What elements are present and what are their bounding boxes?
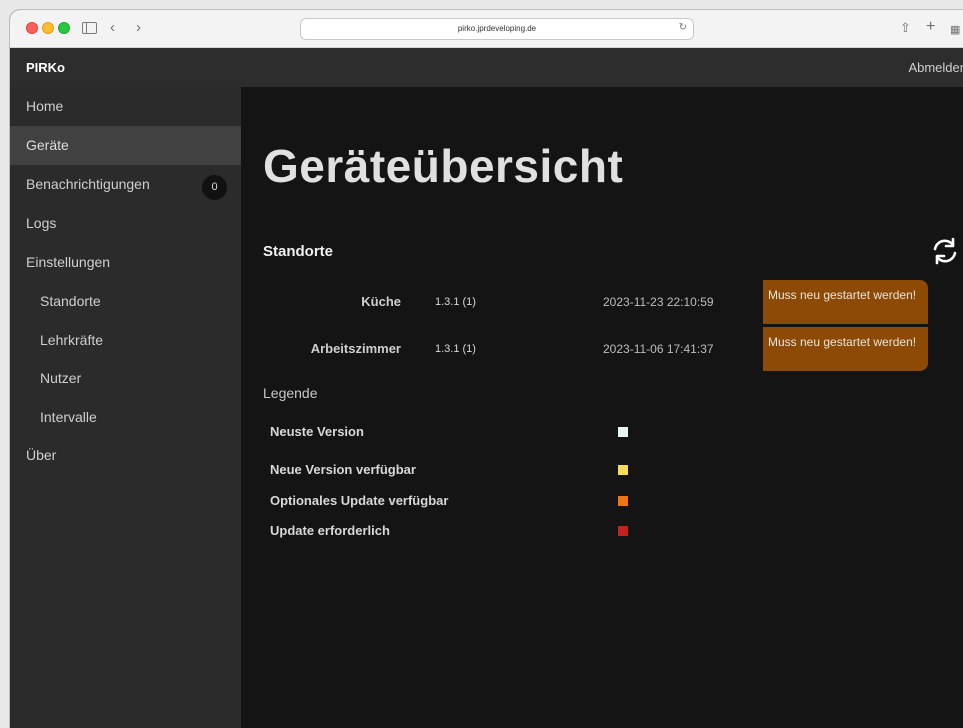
address-bar[interactable]: pirko.jprdeveloping.de ↻ — [300, 18, 694, 40]
new-tab-icon[interactable]: + — [926, 18, 935, 36]
status-badge: Muss neu gestartet werden! — [763, 327, 928, 371]
legend-label: Optionales Update verfügbar — [270, 493, 449, 508]
sidebar-item-intervalle[interactable]: Intervalle — [10, 398, 241, 437]
location-name: Arbeitszimmer — [310, 341, 401, 356]
status-badge: Muss neu gestartet werden! — [763, 280, 928, 324]
forward-icon[interactable]: › — [136, 19, 141, 37]
sidebar-item-einstellungen[interactable]: Einstellungen — [10, 243, 241, 282]
sidebar-item-label: Benachrichtigungen — [26, 176, 150, 192]
location-name: Küche — [361, 294, 401, 309]
maximize-window-button[interactable] — [58, 22, 70, 34]
sidebar-toggle-icon[interactable] — [82, 22, 97, 34]
brand-logo[interactable]: PIRKo — [26, 48, 65, 87]
legend-swatch — [618, 427, 628, 437]
legend-swatch — [618, 496, 628, 506]
url-text: pirko.jprdeveloping.de — [457, 24, 537, 33]
sidebar-item-home[interactable]: Home — [10, 87, 241, 126]
browser-window: ‹ › pirko.jprdeveloping.de ↻ ⇧ + ▦ PIRKo… — [10, 10, 963, 728]
location-row[interactable]: Küche 1.3.1 (1) 2023-11-23 22:10:59 Muss… — [241, 280, 963, 324]
browser-toolbar: ‹ › pirko.jprdeveloping.de ↻ ⇧ + ▦ — [10, 10, 963, 48]
sidebar-item-standorte[interactable]: Standorte — [10, 282, 241, 321]
legend-label: Neuste Version — [270, 424, 364, 439]
location-date: 2023-11-06 17:41:37 — [603, 342, 714, 356]
legend-label: Update erforderlich — [270, 523, 390, 538]
legend-label: Neue Version verfügbar — [270, 462, 416, 477]
main-content: Geräteübersicht Standorte Küche 1.3.1 (1… — [241, 87, 963, 728]
sidebar: Home Geräte Benachrichtigungen 0 Logs Ei… — [10, 87, 241, 728]
sidebar-item-ueber[interactable]: Über — [10, 436, 241, 475]
sidebar-item-logs[interactable]: Logs — [10, 204, 241, 243]
location-row[interactable]: Arbeitszimmer 1.3.1 (1) 2023-11-06 17:41… — [241, 327, 963, 371]
reload-icon[interactable]: ↻ — [679, 22, 687, 33]
minimize-window-button[interactable] — [42, 22, 54, 34]
section-title: Standorte — [263, 243, 334, 260]
sidebar-item-nutzer[interactable]: Nutzer — [10, 359, 241, 398]
app-navbar: PIRKo Abmelden — [10, 48, 963, 87]
refresh-icon[interactable] — [929, 236, 961, 266]
legend-item: Update erforderlich — [270, 516, 670, 546]
page-title: Geräteübersicht — [263, 140, 624, 192]
legend-title: Legende — [263, 385, 318, 401]
location-date: 2023-11-23 22:10:59 — [603, 295, 714, 309]
location-version: 1.3.1 (1) — [435, 343, 476, 355]
back-icon[interactable]: ‹ — [110, 19, 115, 37]
logout-link[interactable]: Abmelden — [908, 48, 963, 87]
sidebar-item-benachrichtigungen[interactable]: Benachrichtigungen 0 — [10, 165, 241, 204]
sidebar-item-lehrkraefte[interactable]: Lehrkräfte — [10, 321, 241, 360]
legend-item: Neuste Version — [270, 417, 670, 447]
tab-overview-icon[interactable]: ▦ — [950, 21, 960, 39]
share-icon[interactable]: ⇧ — [900, 19, 911, 37]
legend-swatch — [618, 465, 628, 475]
legend-swatch — [618, 526, 628, 536]
legend-item: Neue Version verfügbar — [270, 455, 670, 485]
legend-item: Optionales Update verfügbar — [270, 486, 670, 516]
location-version: 1.3.1 (1) — [435, 296, 476, 308]
notification-count-badge: 0 — [202, 175, 227, 200]
close-window-button[interactable] — [26, 22, 38, 34]
sidebar-item-geraete[interactable]: Geräte — [10, 126, 241, 165]
